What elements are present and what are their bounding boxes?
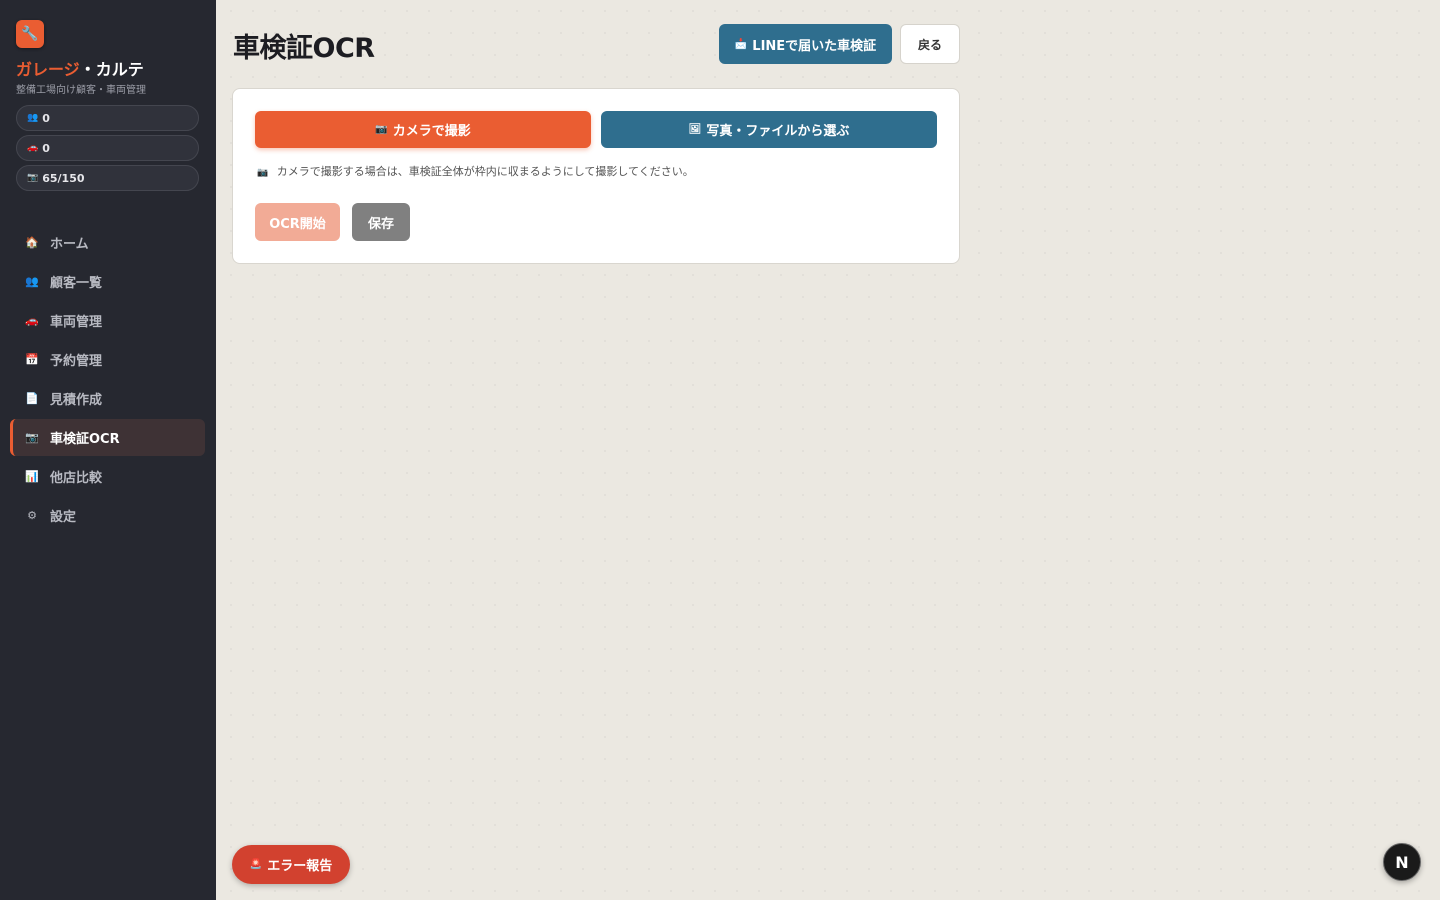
back-button[interactable]: 戻る [900, 24, 960, 64]
sidebar-item-estimates[interactable]: 📄 見積作成 [10, 380, 205, 417]
stat-vehicles-value: 0 [42, 141, 50, 155]
camera-hint-text: カメラで撮影する場合は、車検証全体が枠内に収まるようにして撮影してください。 [276, 165, 694, 178]
sidebar-item-label: 見積作成 [50, 393, 103, 408]
siren-icon: 🚨 [249, 859, 263, 870]
sidebar-item-settings[interactable]: ⚙ 設定 [10, 497, 205, 534]
sidebar-nav: 🏠 ホーム 👥 顧客一覧 🚗 車両管理 📅 予約管理 📄 見積作成 📷 車検証O… [10, 224, 206, 534]
image-icon: 🖼 [688, 124, 702, 135]
car-icon: 🚗 [27, 143, 39, 153]
sidebar: 🔧 ガレージ・カルテ 整備工場向け顧客・車両管理 👥 0 🚗 0 📷 65/15… [0, 0, 216, 900]
sidebar-item-label: 設定 [50, 510, 77, 525]
sidebar-item-label: 車検証OCR [50, 432, 120, 447]
ocr-card: 📷 カメラで撮影 🖼 写真・ファイルから選ぶ 📷 カメラで撮影する場合は、車検証… [232, 88, 960, 264]
sidebar-item-label: ホーム [50, 237, 89, 252]
dev-tools-badge[interactable]: N [1383, 843, 1421, 881]
camera-icon: 📷 [27, 173, 39, 183]
brand-subtitle: 整備工場向け顧客・車両管理 [16, 85, 146, 96]
sidebar-item-label: 予約管理 [50, 354, 103, 369]
stat-ocr-usage: 📷 65/150 [16, 165, 199, 191]
home-icon: 🏠 [25, 236, 39, 249]
sidebar-item-label: 車両管理 [50, 315, 103, 330]
users-icon: 👥 [27, 113, 39, 123]
camera-capture-label: カメラで撮影 [392, 124, 471, 139]
file-select-label: 写真・ファイルから選ぶ [706, 124, 850, 139]
line-certificates-label: LINEで届いた車検証 [752, 38, 877, 54]
sidebar-item-vehicles[interactable]: 🚗 車両管理 [10, 302, 205, 339]
stat-customers: 👥 0 [16, 105, 199, 131]
ocr-start-button[interactable]: OCR開始 [255, 203, 340, 241]
bar-chart-icon: 📊 [25, 470, 39, 483]
file-select-button[interactable]: 🖼 写真・ファイルから選ぶ [601, 111, 937, 148]
sidebar-item-reservations[interactable]: 📅 予約管理 [10, 341, 205, 378]
envelope-icon: 📩 [734, 38, 748, 50]
camera-hint: 📷 カメラで撮影する場合は、車検証全体が枠内に収まるようにして撮影してください。 [257, 163, 694, 179]
error-report-label: エラー報告 [267, 859, 333, 874]
sidebar-item-comparison[interactable]: 📊 他店比較 [10, 458, 205, 495]
brand-part-1: ガレージ [16, 60, 80, 79]
camera-icon: 📷 [375, 124, 388, 135]
sidebar-item-home[interactable]: 🏠 ホーム [10, 224, 205, 261]
stat-ocr-usage-value: 65/150 [42, 171, 85, 185]
brand-part-2: ・カルテ [79, 60, 144, 79]
camera-capture-button[interactable]: 📷 カメラで撮影 [255, 111, 591, 148]
sidebar-item-customers[interactable]: 👥 顧客一覧 [10, 263, 205, 300]
camera-icon: 📷 [257, 168, 269, 178]
sidebar-item-label: 顧客一覧 [50, 276, 103, 291]
stat-customers-value: 0 [42, 111, 50, 125]
sidebar-item-ocr[interactable]: 📷 車検証OCR [10, 419, 205, 456]
app-logo[interactable]: 🔧 [16, 20, 44, 48]
camera-icon: 📷 [25, 431, 39, 444]
brand-name: ガレージ・カルテ [16, 60, 206, 80]
users-icon: 👥 [25, 275, 39, 288]
stats-group: 👥 0 🚗 0 📷 65/150 [16, 105, 206, 191]
calendar-icon: 📅 [25, 353, 39, 366]
stat-vehicles: 🚗 0 [16, 135, 199, 161]
sidebar-item-label: 他店比較 [50, 471, 103, 486]
car-icon: 🚗 [25, 314, 39, 327]
save-button[interactable]: 保存 [352, 203, 410, 241]
line-certificates-button[interactable]: 📩 LINEで届いた車検証 [719, 24, 892, 64]
page-title: 車検証OCR [233, 33, 375, 64]
document-icon: 📄 [25, 392, 39, 405]
gear-icon: ⚙ [27, 509, 37, 522]
error-report-button[interactable]: 🚨 エラー報告 [232, 845, 350, 884]
wrench-icon: 🔧 [21, 26, 39, 42]
